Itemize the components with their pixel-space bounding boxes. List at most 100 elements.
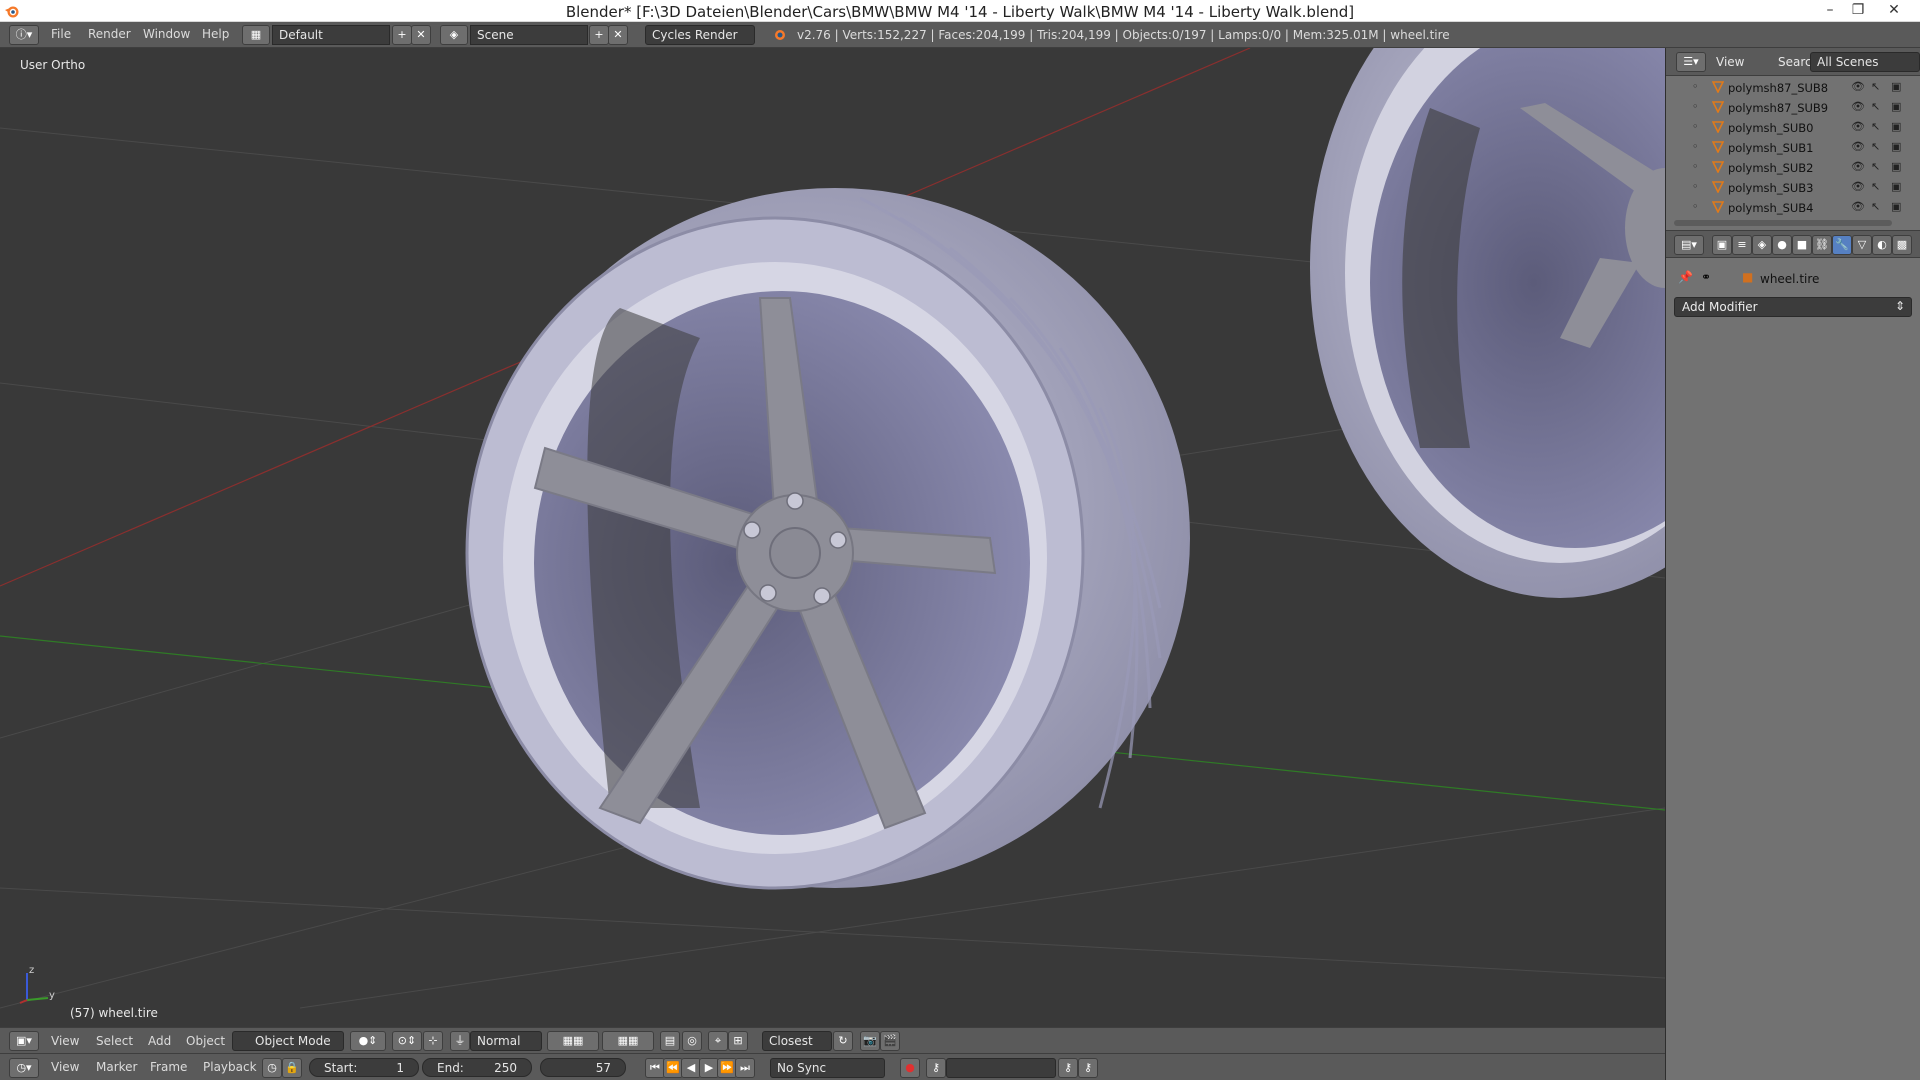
add-modifier-dropdown[interactable]: Add Modifier ⇕: [1674, 297, 1912, 317]
minimize-button[interactable]: –: [1816, 0, 1844, 22]
data-tab-icon[interactable]: ▽: [1852, 235, 1872, 255]
keying-set-field[interactable]: [946, 1058, 1056, 1078]
constraints-tab-icon[interactable]: ⛓: [1812, 235, 1832, 255]
scene-field[interactable]: Scene: [470, 25, 588, 45]
snap-target-dropdown[interactable]: Closest: [762, 1031, 832, 1051]
render-camera-icon[interactable]: ▣: [1891, 120, 1901, 133]
visibility-eye-icon[interactable]: 👁: [1851, 140, 1865, 153]
render-camera-icon[interactable]: ▣: [1891, 140, 1901, 153]
select-cursor-icon[interactable]: ↖: [1871, 100, 1880, 113]
outliner-item[interactable]: ◦ polymsh_SUB3 👁 ↖ ▣: [1666, 178, 1920, 198]
outliner-menu-view[interactable]: View: [1716, 55, 1744, 69]
world-tab-icon[interactable]: ●: [1772, 235, 1792, 255]
select-cursor-icon[interactable]: ↖: [1871, 200, 1880, 213]
outliner-item[interactable]: ◦ polymsh87_SUB9 👁 ↖ ▣: [1666, 98, 1920, 118]
add-menu[interactable]: Add: [148, 1034, 171, 1048]
select-cursor-icon[interactable]: ↖: [1871, 80, 1880, 93]
layers-tab-icon[interactable]: ≡: [1732, 235, 1752, 255]
material-tab-icon[interactable]: ◐: [1872, 235, 1892, 255]
transform-orientation-dropdown[interactable]: Normal: [470, 1031, 542, 1051]
screen-layout-icon[interactable]: ▦: [242, 25, 270, 45]
select-cursor-icon[interactable]: ↖: [1871, 160, 1880, 173]
add-layout-icon[interactable]: +: [392, 25, 412, 45]
lock-time-icon[interactable]: 🔒: [282, 1058, 302, 1078]
outliner-item[interactable]: ◦ polymsh_SUB0 👁 ↖ ▣: [1666, 118, 1920, 138]
editor-type-3dview-icon[interactable]: ▣▾: [9, 1031, 39, 1051]
opengl-render-icon[interactable]: 📷: [860, 1031, 880, 1051]
delete-keyframe-icon[interactable]: ⚷: [1078, 1058, 1098, 1078]
end-frame-field[interactable]: End: 250: [422, 1058, 532, 1077]
play-icon[interactable]: ▶: [699, 1058, 719, 1078]
select-cursor-icon[interactable]: ↖: [1871, 180, 1880, 193]
render-engine-dropdown[interactable]: Cycles Render: [645, 25, 755, 45]
current-frame-field[interactable]: 57: [540, 1058, 626, 1077]
shading-solid-icon[interactable]: ●⇕: [350, 1031, 386, 1051]
timeline-view-menu[interactable]: View: [51, 1060, 79, 1074]
menu-window[interactable]: Window: [143, 27, 190, 41]
pivot-point-icon[interactable]: ⊙⇕: [392, 1031, 422, 1051]
snap-magnet-icon[interactable]: ⌖: [708, 1031, 728, 1051]
jump-start-icon[interactable]: ⏮: [645, 1058, 665, 1078]
align-rotation-icon[interactable]: ↻: [833, 1031, 853, 1051]
editor-type-timeline-icon[interactable]: ◷▾: [9, 1058, 39, 1078]
texture-tab-icon[interactable]: ▩: [1892, 235, 1912, 255]
visibility-eye-icon[interactable]: 👁: [1851, 160, 1865, 173]
start-frame-field[interactable]: Start: 1: [309, 1058, 419, 1077]
interaction-mode-dropdown[interactable]: Object Mode: [232, 1031, 344, 1051]
menu-file[interactable]: File: [51, 27, 71, 41]
frame-menu[interactable]: Frame: [150, 1060, 187, 1074]
object-tab-icon[interactable]: ■: [1792, 235, 1812, 255]
snap-element-icon[interactable]: ⊞: [728, 1031, 748, 1051]
modifiers-wrench-tab-icon[interactable]: 🔧: [1832, 235, 1852, 255]
outliner-item[interactable]: ◦ polymsh_SUB4 👁 ↖ ▣: [1666, 198, 1920, 218]
editor-type-info-icon[interactable]: ⓘ▾: [9, 25, 39, 45]
menu-render[interactable]: Render: [88, 27, 131, 41]
layers-grid-right-icon[interactable]: ▦▦: [602, 1031, 654, 1051]
editor-type-properties-icon[interactable]: ▤▾: [1674, 235, 1704, 255]
proportional-edit-icon[interactable]: ◎: [682, 1031, 702, 1051]
render-camera-icon[interactable]: ▣: [1891, 200, 1901, 213]
render-camera-icon[interactable]: ▣: [1891, 180, 1901, 193]
render-camera-icon[interactable]: ▣: [1891, 100, 1901, 113]
scene-tab-icon[interactable]: ◈: [1752, 235, 1772, 255]
render-tab-icon[interactable]: ▣: [1712, 235, 1732, 255]
view-menu[interactable]: View: [51, 1034, 79, 1048]
outliner-item[interactable]: ◦ polymsh_SUB2 👁 ↖ ▣: [1666, 158, 1920, 178]
remove-layout-icon[interactable]: ✕: [411, 25, 431, 45]
add-scene-icon[interactable]: +: [589, 25, 609, 45]
object-menu[interactable]: Object: [186, 1034, 225, 1048]
visibility-eye-icon[interactable]: 👁: [1851, 100, 1865, 113]
visibility-eye-icon[interactable]: 👁: [1851, 80, 1865, 93]
restore-button[interactable]: ❐: [1844, 0, 1872, 22]
screen-layout-field[interactable]: Default: [272, 25, 390, 45]
render-camera-icon[interactable]: ▣: [1891, 160, 1901, 173]
preview-range-icon[interactable]: ◷: [262, 1058, 282, 1078]
select-cursor-icon[interactable]: ↖: [1871, 120, 1880, 133]
outliner-item[interactable]: ◦ polymsh_SUB1 👁 ↖ ▣: [1666, 138, 1920, 158]
lock-layers-icon[interactable]: ▤: [660, 1031, 680, 1051]
visibility-eye-icon[interactable]: 👁: [1851, 200, 1865, 213]
scene-icon[interactable]: ◈: [440, 25, 468, 45]
jump-keyframe-forward-icon[interactable]: ⏩: [717, 1058, 737, 1078]
editor-type-outliner-icon[interactable]: ☰▾: [1676, 52, 1706, 72]
layers-grid-left-icon[interactable]: ▦▦: [547, 1031, 599, 1051]
outliner-filter-dropdown[interactable]: All Scenes: [1810, 52, 1920, 72]
outliner-item[interactable]: ◦ polymsh87_SUB8 👁 ↖ ▣: [1666, 78, 1920, 98]
menu-help[interactable]: Help: [202, 27, 229, 41]
pin-icon[interactable]: 📌: [1678, 270, 1693, 284]
opengl-anim-icon[interactable]: 🎬: [880, 1031, 900, 1051]
jump-keyframe-back-icon[interactable]: ⏪: [663, 1058, 683, 1078]
marker-menu[interactable]: Marker: [96, 1060, 137, 1074]
select-menu[interactable]: Select: [96, 1034, 133, 1048]
visibility-eye-icon[interactable]: 👁: [1851, 180, 1865, 193]
select-cursor-icon[interactable]: ↖: [1871, 140, 1880, 153]
3d-viewport[interactable]: z y User Ortho (57) wheel.tire: [0, 48, 1665, 1027]
outliner-horizontal-scrollbar[interactable]: [1674, 220, 1892, 226]
keying-set-icon[interactable]: ⚷: [926, 1058, 946, 1078]
playback-menu[interactable]: Playback: [203, 1060, 257, 1074]
close-button[interactable]: ✕: [1880, 0, 1908, 22]
sync-mode-dropdown[interactable]: No Sync: [770, 1058, 885, 1078]
jump-end-icon[interactable]: ⏭: [735, 1058, 755, 1078]
transform-orientation-icon[interactable]: ⏚: [450, 1031, 470, 1051]
insert-keyframe-icon[interactable]: ⚷: [1058, 1058, 1078, 1078]
